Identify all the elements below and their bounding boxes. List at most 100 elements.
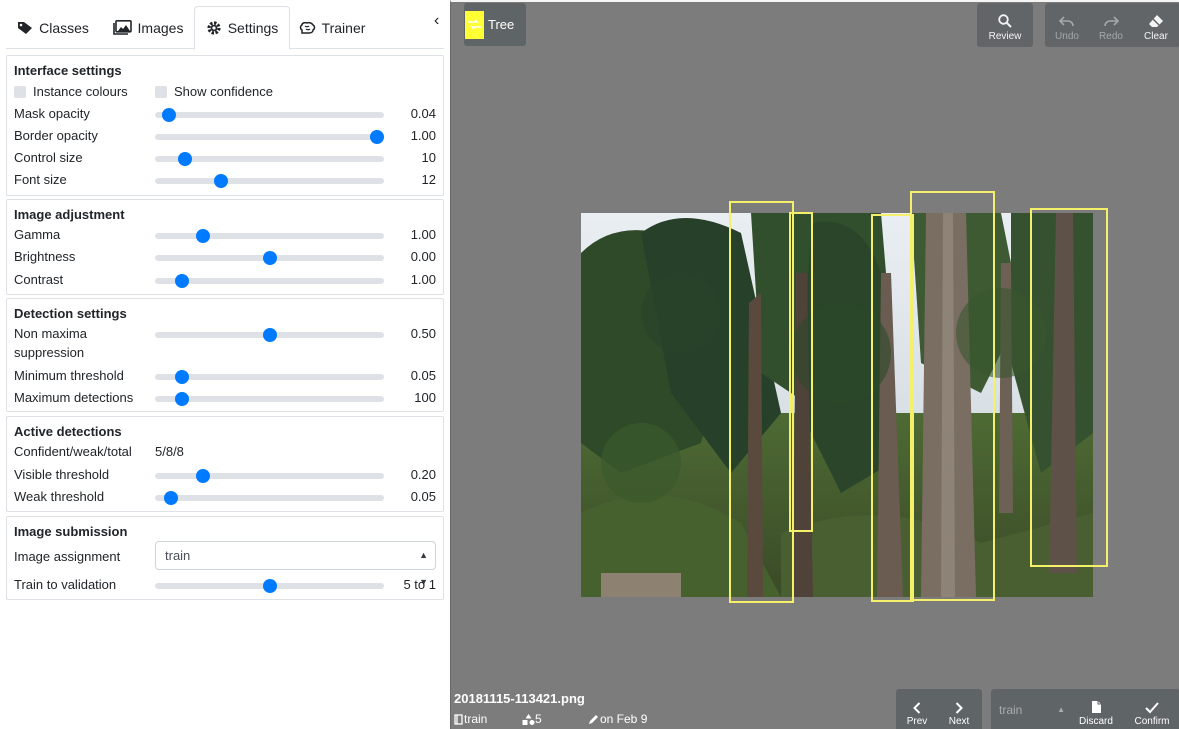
train-to-validation-slider[interactable] <box>155 579 384 593</box>
weak-threshold-slider[interactable] <box>155 491 384 505</box>
select-arrows-icon: ▲▼ <box>1057 705 1065 729</box>
image-submission-title: Image submission <box>14 524 128 539</box>
active-detections-title: Active detections <box>14 424 122 439</box>
slider-thumb[interactable] <box>175 392 190 406</box>
slider-row: Border opacity 1.00 <box>7 128 443 148</box>
slider-row: Brightness 0.00 <box>7 249 443 269</box>
border-opacity-label: Border opacity <box>14 128 98 143</box>
file-meta: train 5 on Feb 9 <box>454 712 647 726</box>
slider-thumb[interactable] <box>164 491 179 505</box>
edit-toolbox: Undo Redo Clear <box>1045 3 1179 47</box>
confirm-label: Confirm <box>1134 716 1170 727</box>
nms-label-line2: suppression <box>14 345 85 360</box>
images-icon <box>112 20 132 35</box>
mask-opacity-slider[interactable] <box>155 108 384 122</box>
slider-thumb[interactable] <box>262 328 277 342</box>
clear-button[interactable]: Clear <box>1134 3 1178 47</box>
minimum-threshold-label: Minimum threshold <box>14 368 124 383</box>
checkbox-row: Instance colours Show confidence <box>7 84 443 104</box>
slider-thumb[interactable] <box>214 174 229 188</box>
collapse-sidebar-button[interactable]: ‹ <box>434 12 439 30</box>
chevron-right-icon <box>955 702 963 714</box>
chevron-left-icon <box>913 702 921 714</box>
image-assignment-select[interactable]: train ▲ ▼ <box>155 541 436 587</box>
brightness-slider[interactable] <box>155 251 384 265</box>
font-size-value: 12 <box>421 172 436 187</box>
undo-label: Undo <box>1055 31 1079 42</box>
annotated-image[interactable] <box>581 191 1108 603</box>
set-select[interactable]: train ▲▼ <box>999 699 1065 729</box>
redo-button[interactable]: Redo <box>1089 3 1133 47</box>
show-confidence-checkbox[interactable]: Show confidence <box>155 84 273 99</box>
file-set: train <box>454 712 522 726</box>
gear-icon <box>207 21 221 35</box>
detection-box[interactable] <box>729 201 794 603</box>
review-button[interactable]: Review <box>983 3 1027 47</box>
tab-settings[interactable]: Settings <box>194 6 290 50</box>
detection-box[interactable] <box>789 212 813 532</box>
gamma-slider[interactable] <box>155 229 384 243</box>
cross-arrows-icon <box>468 19 481 30</box>
tab-images-label: Images <box>137 19 184 36</box>
next-button[interactable]: Next <box>938 689 980 729</box>
tab-classes[interactable]: Classes <box>6 6 100 49</box>
instance-colours-checkbox[interactable]: Instance colours <box>14 84 128 99</box>
detection-box[interactable] <box>871 214 914 602</box>
font-size-label: Font size <box>14 172 67 187</box>
file-date: on Feb 9 <box>588 712 647 726</box>
detection-box[interactable] <box>1030 208 1108 567</box>
visible-threshold-value: 0.20 <box>410 467 436 482</box>
file-set-value: train <box>464 712 488 726</box>
visible-threshold-slider[interactable] <box>155 469 384 483</box>
detection-settings-card: Detection settings Non maxima suppressio… <box>6 298 444 412</box>
contrast-label: Contrast <box>14 272 64 287</box>
tab-classes-label: Classes <box>39 19 89 36</box>
control-size-value: 10 <box>421 150 436 165</box>
tab-images[interactable]: Images <box>102 6 194 49</box>
minimum-threshold-slider[interactable] <box>155 370 384 384</box>
class-selector[interactable]: Tree <box>464 3 526 46</box>
tag-icon <box>18 21 33 34</box>
slider-thumb[interactable] <box>196 229 211 243</box>
slider-thumb[interactable] <box>196 469 211 483</box>
slider-thumb[interactable] <box>262 251 277 265</box>
slider-thumb[interactable] <box>262 579 277 593</box>
nms-slider[interactable] <box>155 328 384 342</box>
set-select-value: train <box>999 703 1023 717</box>
settings-sidebar: Classes Images Settings Trainer ‹ Interf… <box>0 0 450 729</box>
review-toolbox: Review <box>977 3 1033 47</box>
file-info: 20181115-113421.png train 5 on Feb 9 <box>454 691 647 726</box>
class-color-swatch <box>465 10 484 39</box>
sidebar-tabs: Classes Images Settings Trainer <box>6 6 444 50</box>
shapes-icon <box>522 713 535 725</box>
discard-button[interactable]: Discard <box>1074 689 1118 729</box>
font-size-slider[interactable] <box>155 174 384 188</box>
slider-row: Minimum threshold 0.05 <box>7 368 443 388</box>
slider-thumb[interactable] <box>177 152 192 166</box>
slider-thumb[interactable] <box>161 108 176 122</box>
checkbox-box[interactable] <box>155 85 167 98</box>
contrast-slider[interactable] <box>155 274 384 288</box>
border-opacity-slider[interactable] <box>155 130 385 144</box>
slider-thumb[interactable] <box>370 130 385 144</box>
slider-thumb[interactable] <box>175 274 190 288</box>
checkbox-box[interactable] <box>14 85 26 98</box>
tab-trainer[interactable]: Trainer <box>292 6 372 49</box>
image-assignment-label: Image assignment <box>14 549 121 564</box>
undo-button[interactable]: Undo <box>1045 3 1089 47</box>
detection-box[interactable] <box>910 191 995 601</box>
show-confidence-label: Show confidence <box>174 84 274 99</box>
file-count: 5 <box>522 712 588 726</box>
file-name: 20181115-113421.png <box>454 691 585 706</box>
slider-row: Font size 12 <box>7 172 443 192</box>
control-size-slider[interactable] <box>155 152 384 166</box>
counts-value: 5/8/8 <box>155 444 184 459</box>
confirm-button[interactable]: Confirm <box>1128 689 1176 729</box>
image-viewer[interactable]: Tree Review Undo Redo Clear 20181115-113… <box>450 0 1179 729</box>
control-size-label: Control size <box>14 150 83 165</box>
slider-row: Train to validation 5 to 1 <box>7 577 443 597</box>
prev-button[interactable]: Prev <box>896 689 938 729</box>
maximum-detections-slider[interactable] <box>155 392 384 406</box>
slider-thumb[interactable] <box>175 370 190 384</box>
maximum-detections-label: Maximum detections <box>14 390 134 405</box>
